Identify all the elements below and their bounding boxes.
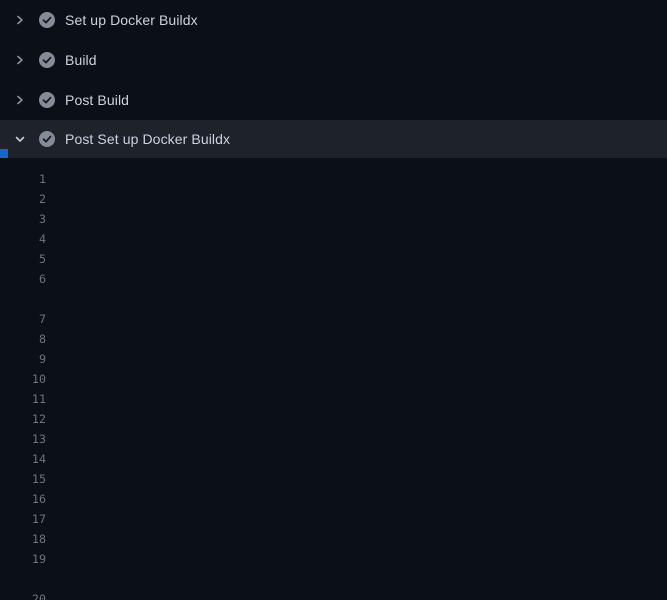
log-line: 4 time="2021-04-23T18:02:37Z" level=info…: [0, 229, 667, 249]
log-line-number[interactable]: 20: [0, 589, 46, 600]
log-area: 1 Post job cleanup. 2 ▼BuildKit containe…: [0, 158, 667, 600]
log-line-number[interactable]: 11: [0, 389, 46, 409]
step-section-label: Set up Docker Buildx: [65, 12, 198, 28]
step-section-label: Post Set up Docker Buildx: [65, 131, 230, 147]
log-line: 19 time="2021-04-23T18:02:38Z" level=deb…: [0, 549, 667, 569]
log-line-number[interactable]: 1: [0, 169, 46, 189]
log-line-number[interactable]: 6: [0, 269, 46, 289]
log-line: 7 time="2021-04-23T18:02:37Z" level=warn…: [0, 309, 667, 329]
log-line: 13 time="2021-04-23T18:02:38Z" level=deb…: [0, 429, 667, 449]
log-group-header[interactable]: 2 ▼BuildKit container logs: [0, 189, 667, 209]
log-line: 5 time="2021-04-23T18:02:37Z" level=warn…: [0, 249, 667, 269]
log-line-continuation: linux/riscv64 linux/ppc64le linux/s390x …: [0, 289, 667, 309]
log-line: 8 time="2021-04-23T18:02:37Z" level=info…: [0, 329, 667, 349]
log-line-number[interactable]: 9: [0, 349, 46, 369]
chevron-down-icon: [14, 133, 26, 145]
log-line-number[interactable]: 19: [0, 549, 46, 569]
log-command-line: 3 /usr/bin/docker logs buildx_buildkit_b…: [0, 209, 667, 229]
log-line-number[interactable]: 8: [0, 329, 46, 349]
steps-list: Set up Docker Buildx Build Post Build: [0, 0, 667, 158]
log-line-number[interactable]: 18: [0, 529, 46, 549]
step-section-header-post-set-up-docker-buildx[interactable]: Post Set up Docker Buildx: [0, 120, 667, 158]
log-line-number[interactable]: 4: [0, 229, 46, 249]
step-section-label: Build: [65, 52, 97, 68]
log-line-number[interactable]: 16: [0, 489, 46, 509]
log-line-number[interactable]: 3: [0, 209, 46, 229]
log-line-number[interactable]: 13: [0, 429, 46, 449]
check-circle-icon: [39, 92, 55, 108]
log-line-number[interactable]: 15: [0, 469, 46, 489]
log-line: 17 time="2021-04-23T18:02:38Z" level=deb…: [0, 509, 667, 529]
log-line-number[interactable]: 10: [0, 369, 46, 389]
step-section-label: Post Build: [65, 92, 129, 108]
log-line: 12 time="2021-04-23T18:02:38Z" level=deb…: [0, 409, 667, 429]
step-section-header-post-build[interactable]: Post Build: [0, 80, 667, 120]
check-circle-icon: [39, 52, 55, 68]
log-line: 11 time="2021-04-23T18:02:38Z" level=deb…: [0, 389, 667, 409]
log-line: 6 time="2021-04-23T18:02:37Z" level=info…: [0, 269, 667, 289]
log-line-number[interactable]: 14: [0, 449, 46, 469]
step-section-header-set-up-docker-buildx[interactable]: Set up Docker Buildx: [0, 0, 667, 40]
check-circle-icon: [39, 12, 55, 28]
log-line: 14 time="2021-04-23T18:02:38Z" level=deb…: [0, 449, 667, 469]
log-line-continuation: application/vnd.oci.image.index.v1+json,…: [0, 569, 667, 589]
check-circle-icon: [39, 131, 55, 147]
log-line: 20 time="2021-04-23T18:02:38Z" level=deb…: [0, 589, 667, 600]
log-line: 16 time="2021-04-23T18:02:38Z" level=deb…: [0, 489, 667, 509]
actions-log-viewer: Set up Docker Buildx Build Post Build: [0, 0, 667, 600]
log-line: 1 Post job cleanup.: [0, 169, 667, 189]
chevron-right-icon: [14, 14, 26, 26]
log-line-number[interactable]: 12: [0, 409, 46, 429]
chevron-right-icon: [14, 94, 26, 106]
log-line: 18 time="2021-04-23T18:02:38Z" level=deb…: [0, 529, 667, 549]
focus-indicator: [0, 149, 8, 158]
log-line-number[interactable]: 5: [0, 249, 46, 269]
log-line: 10 time="2021-04-23T18:02:37Z" level=inf…: [0, 369, 667, 389]
log-line-number[interactable]: 2: [0, 189, 46, 209]
chevron-right-icon: [14, 54, 26, 66]
log-line-number[interactable]: 17: [0, 509, 46, 529]
log-line-number[interactable]: 7: [0, 309, 46, 329]
step-section-header-build[interactable]: Build: [0, 40, 667, 80]
log-line: 15 time="2021-04-23T18:02:38Z" level=deb…: [0, 469, 667, 489]
log-line: 9 time="2021-04-23T18:02:37Z" level=warn…: [0, 349, 667, 369]
